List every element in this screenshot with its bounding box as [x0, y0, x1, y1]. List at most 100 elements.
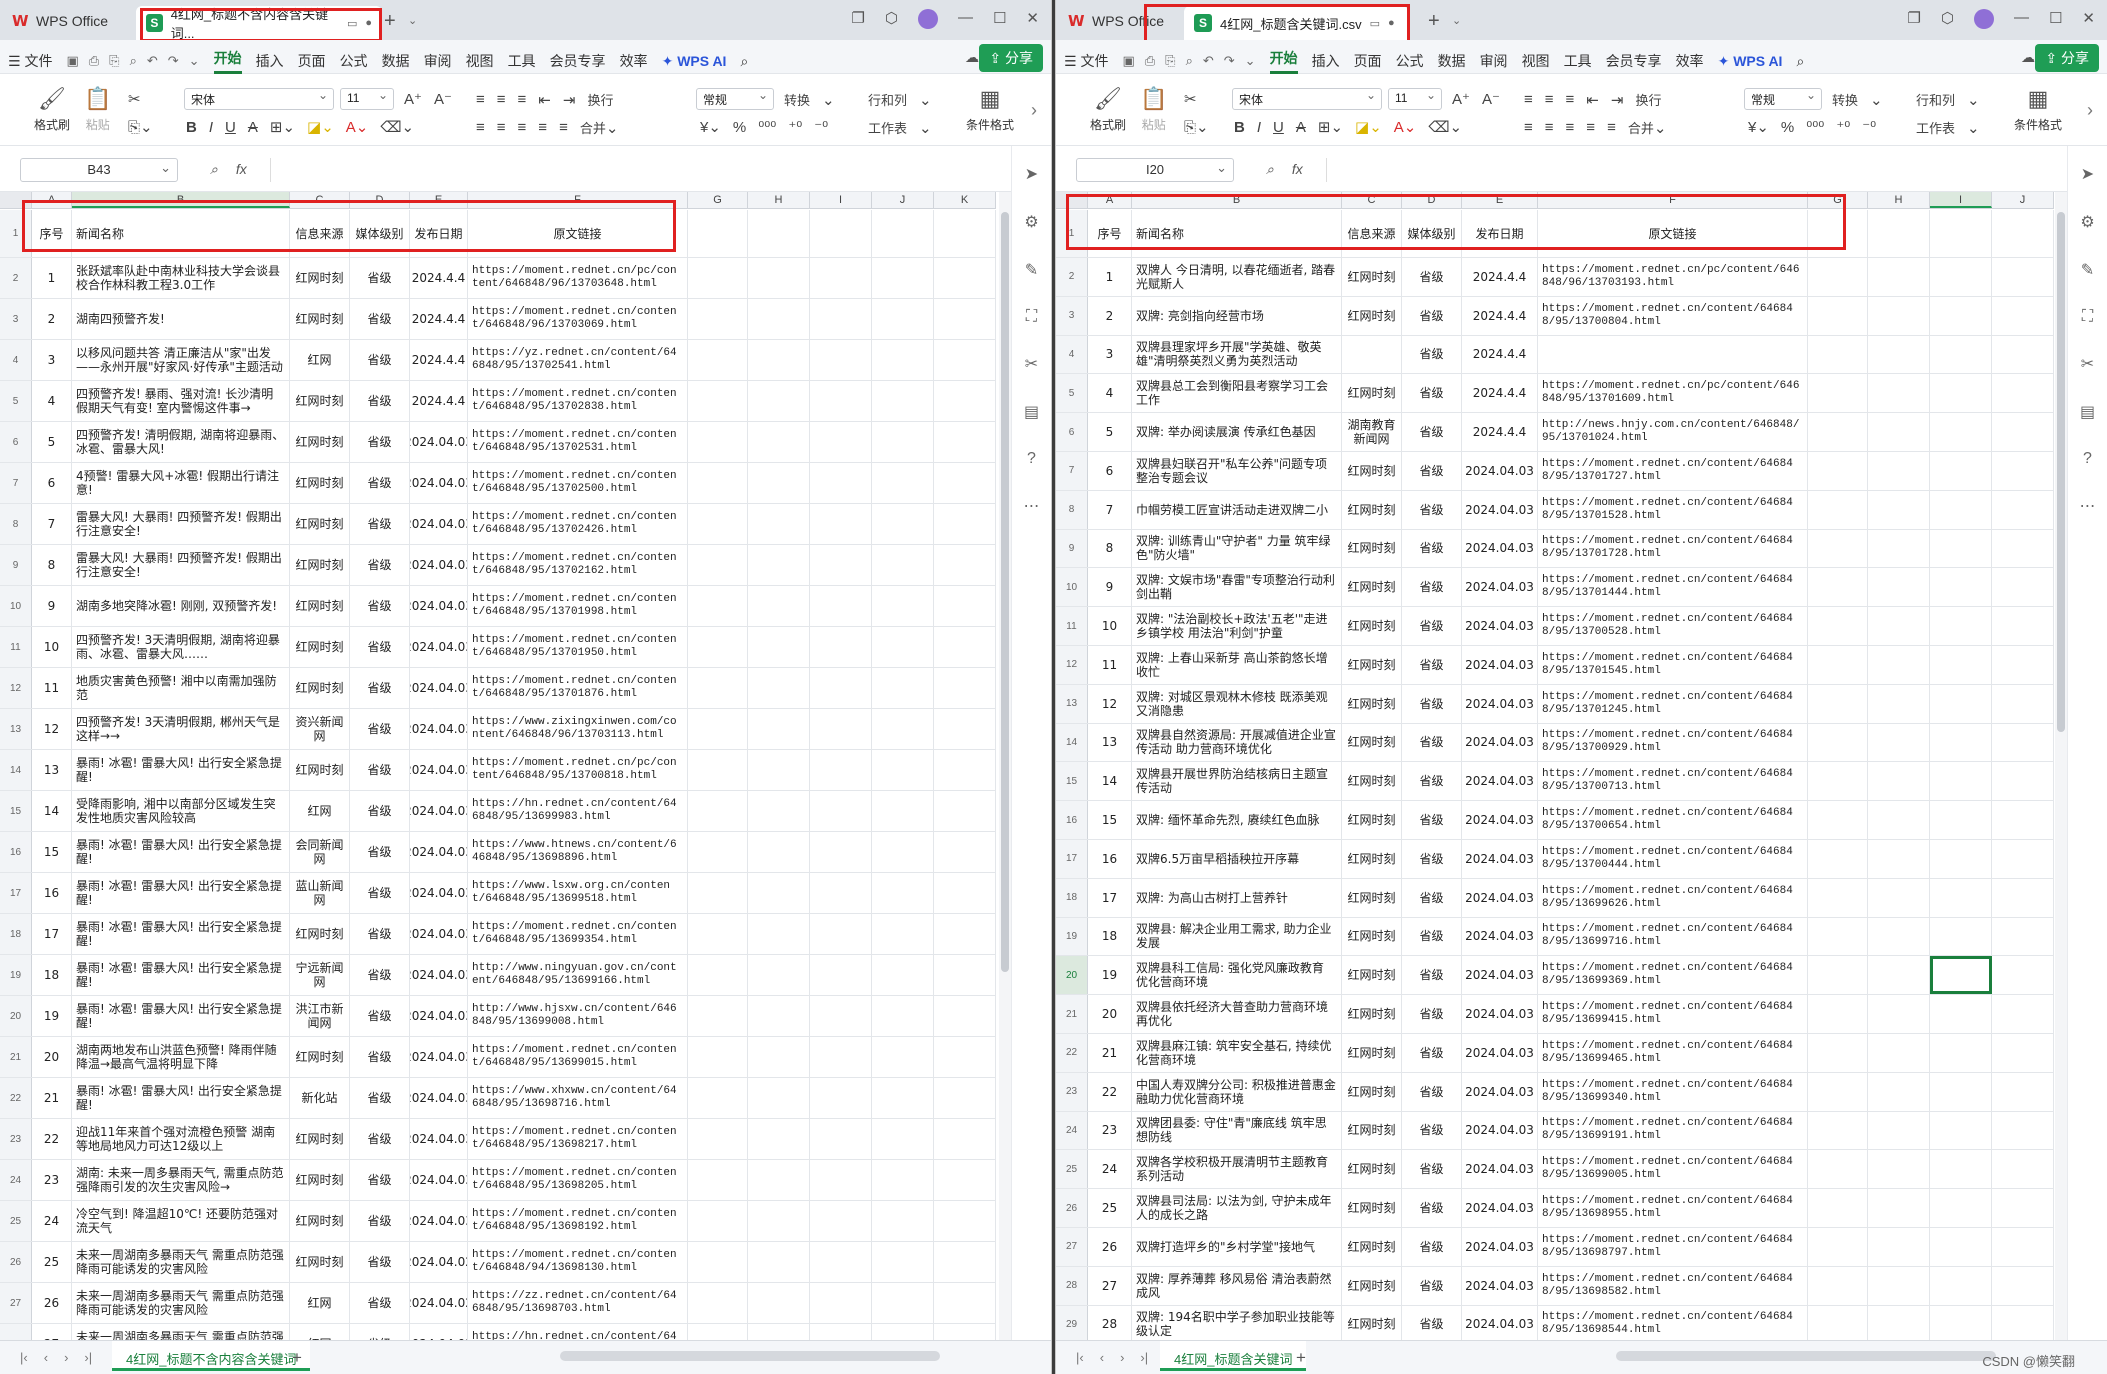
empty-cell[interactable]	[872, 1037, 934, 1077]
cell-media-level[interactable]: 省级	[1402, 1150, 1462, 1189]
row-number[interactable]: 16	[1056, 801, 1088, 839]
empty-cell[interactable]	[872, 258, 934, 298]
cell-url[interactable]: https://moment.rednet.cn/content/646848/…	[1538, 1266, 1808, 1305]
cell-news-title[interactable]: 双牌县妇联召开"私车公养"问题专项整治专题会议	[1132, 451, 1342, 490]
cell-date[interactable]: 2024.04.03	[1462, 801, 1538, 839]
ribbon-next-icon[interactable]: ›	[2087, 100, 2093, 121]
header-cell[interactable]: 信息来源	[290, 210, 350, 257]
empty-cell[interactable]	[688, 1324, 748, 1340]
percent-icon[interactable]: %	[1781, 119, 1794, 136]
row-number[interactable]: 15	[1056, 762, 1088, 801]
cell-date[interactable]: 2024.4.4	[410, 299, 468, 339]
cell-media-level[interactable]: 省级	[350, 258, 410, 298]
worksheet-button[interactable]: 工作表 ⌄	[1916, 118, 1980, 137]
empty-cell[interactable]	[1808, 645, 1868, 684]
cell-date[interactable]: 2024.04.03	[410, 586, 468, 626]
column-header[interactable]: H	[1868, 192, 1930, 208]
empty-cell[interactable]	[1930, 1033, 1992, 1072]
row-number[interactable]: 17	[1056, 839, 1088, 878]
cell-media-level[interactable]: 省级	[350, 1324, 410, 1340]
empty-cell[interactable]	[748, 299, 810, 339]
empty-cell[interactable]	[1930, 801, 1992, 839]
row-number[interactable]: 21	[0, 1037, 32, 1077]
empty-cell[interactable]	[1808, 878, 1868, 917]
empty-cell[interactable]	[1930, 529, 1992, 568]
new-tab-icon[interactable]: +	[384, 10, 396, 33]
cell-news-title[interactable]: 地质灾害黄色预警! 湘中以南需加强防范	[72, 668, 290, 708]
column-header[interactable]: E	[410, 192, 468, 208]
empty-cell[interactable]	[810, 1078, 872, 1118]
empty-cell[interactable]	[1808, 335, 1868, 374]
cell-media-level[interactable]: 省级	[350, 791, 410, 831]
column-header[interactable]: I	[810, 192, 872, 208]
empty-cell[interactable]	[1808, 839, 1868, 878]
cell-url[interactable]: https://moment.rednet.cn/pc/content/6468…	[468, 750, 688, 790]
bold-icon[interactable]: B	[1234, 119, 1245, 136]
convert-button[interactable]: 转换 ⌄	[1832, 90, 1883, 109]
row-number[interactable]: 25	[0, 1201, 32, 1241]
font-color-icon[interactable]: A⌄	[1394, 118, 1417, 136]
menu-file[interactable]: ☰ 文件	[1064, 51, 1108, 71]
cell-media-level[interactable]: 省级	[1402, 1033, 1462, 1072]
empty-cell[interactable]	[1992, 995, 2054, 1033]
empty-cell[interactable]	[688, 914, 748, 954]
thousands-icon[interactable]: ⁰⁰⁰	[1806, 118, 1824, 136]
pointer-icon[interactable]: ➤	[2081, 164, 2094, 184]
cell-source[interactable]: 红网时刻	[290, 463, 350, 503]
cell-media-level[interactable]: 省级	[1402, 296, 1462, 335]
empty-cell[interactable]	[934, 709, 996, 749]
empty-cell[interactable]	[688, 1201, 748, 1241]
cell-date[interactable]: 2024.04.03	[410, 750, 468, 790]
cell-source[interactable]: 红网时刻	[1342, 723, 1402, 762]
cell-media-level[interactable]: 省级	[1402, 839, 1462, 878]
cell-url[interactable]: https://moment.rednet.cn/content/646848/…	[1538, 801, 1808, 839]
menu-item-data[interactable]: 数据	[382, 51, 410, 71]
vertical-scrollbar[interactable]	[999, 192, 1011, 1340]
cell-url[interactable]: https://moment.rednet.cn/content/646848/…	[468, 1037, 688, 1077]
column-header[interactable]: E	[1462, 192, 1538, 208]
cell-url[interactable]: https://moment.rednet.cn/content/646848/…	[1538, 1227, 1808, 1266]
empty-cell[interactable]	[810, 668, 872, 708]
column-header[interactable]: F	[1538, 192, 1808, 208]
cell-source[interactable]: 红网时刻	[290, 1242, 350, 1282]
cell-source[interactable]: 红网时刻	[1342, 1150, 1402, 1189]
empty-cell[interactable]	[688, 873, 748, 913]
column-header[interactable]: K	[934, 192, 996, 208]
empty-cell[interactable]	[688, 586, 748, 626]
undo-icon[interactable]: ↶	[1203, 53, 1214, 69]
empty-cell[interactable]	[872, 463, 934, 503]
cell-news-title[interactable]: 巾帼劳模工匠宣讲活动走进双牌二小	[1132, 490, 1342, 529]
row-number[interactable]: 7	[0, 463, 32, 503]
document-tab[interactable]: S 4红网_标题不含内容含关键词... ▭ ●	[136, 6, 382, 41]
cell-source[interactable]: 红网时刻	[290, 1037, 350, 1077]
row-number[interactable]: 16	[0, 832, 32, 872]
cell-source[interactable]: 红网时刻	[1342, 258, 1402, 296]
fill-color-icon[interactable]: ◪⌄	[307, 118, 334, 136]
cell-url[interactable]: https://moment.rednet.cn/content/646848/…	[1538, 645, 1808, 684]
cell-date[interactable]: 2024.04.03	[410, 955, 468, 995]
empty-cell[interactable]	[1930, 374, 1992, 413]
cell-source[interactable]: 红网时刻	[1342, 956, 1402, 995]
align-center-icon[interactable]: ≡	[497, 119, 506, 136]
column-header[interactable]: J	[1992, 192, 2054, 208]
empty-cell[interactable]	[872, 627, 934, 667]
cell-news-title[interactable]: 双牌县理家坪乡开展"学英雄、敬英雄"清明祭英烈义勇为英烈活动	[1132, 335, 1342, 374]
empty-cell[interactable]	[748, 873, 810, 913]
cell-source[interactable]: 红网时刻	[1342, 607, 1402, 645]
cell-news-title[interactable]: 暴雨! 冰雹! 雷暴大风! 出行安全紧急提醒!	[72, 1078, 290, 1118]
cell-url[interactable]: http://www.hjsxw.cn/content/646848/95/13…	[468, 996, 688, 1036]
empty-cell[interactable]	[1808, 451, 1868, 490]
cell-source[interactable]: 红网时刻	[290, 668, 350, 708]
cell-url[interactable]: https://moment.rednet.cn/content/646848/…	[468, 504, 688, 544]
cell-media-level[interactable]: 省级	[350, 955, 410, 995]
cell-media-level[interactable]: 省级	[350, 996, 410, 1036]
empty-cell[interactable]	[688, 545, 748, 585]
cell-id[interactable]: 22	[1088, 1072, 1132, 1111]
cell-source[interactable]: 湖南教育新闻网	[1342, 413, 1402, 451]
fx-icon[interactable]: fx	[236, 161, 247, 178]
empty-cell[interactable]	[1808, 801, 1868, 839]
row-number[interactable]: 2	[0, 258, 32, 298]
row-number[interactable]: 10	[1056, 568, 1088, 607]
border-icon[interactable]: ⊞⌄	[1318, 118, 1343, 136]
empty-cell[interactable]	[1992, 490, 2054, 529]
